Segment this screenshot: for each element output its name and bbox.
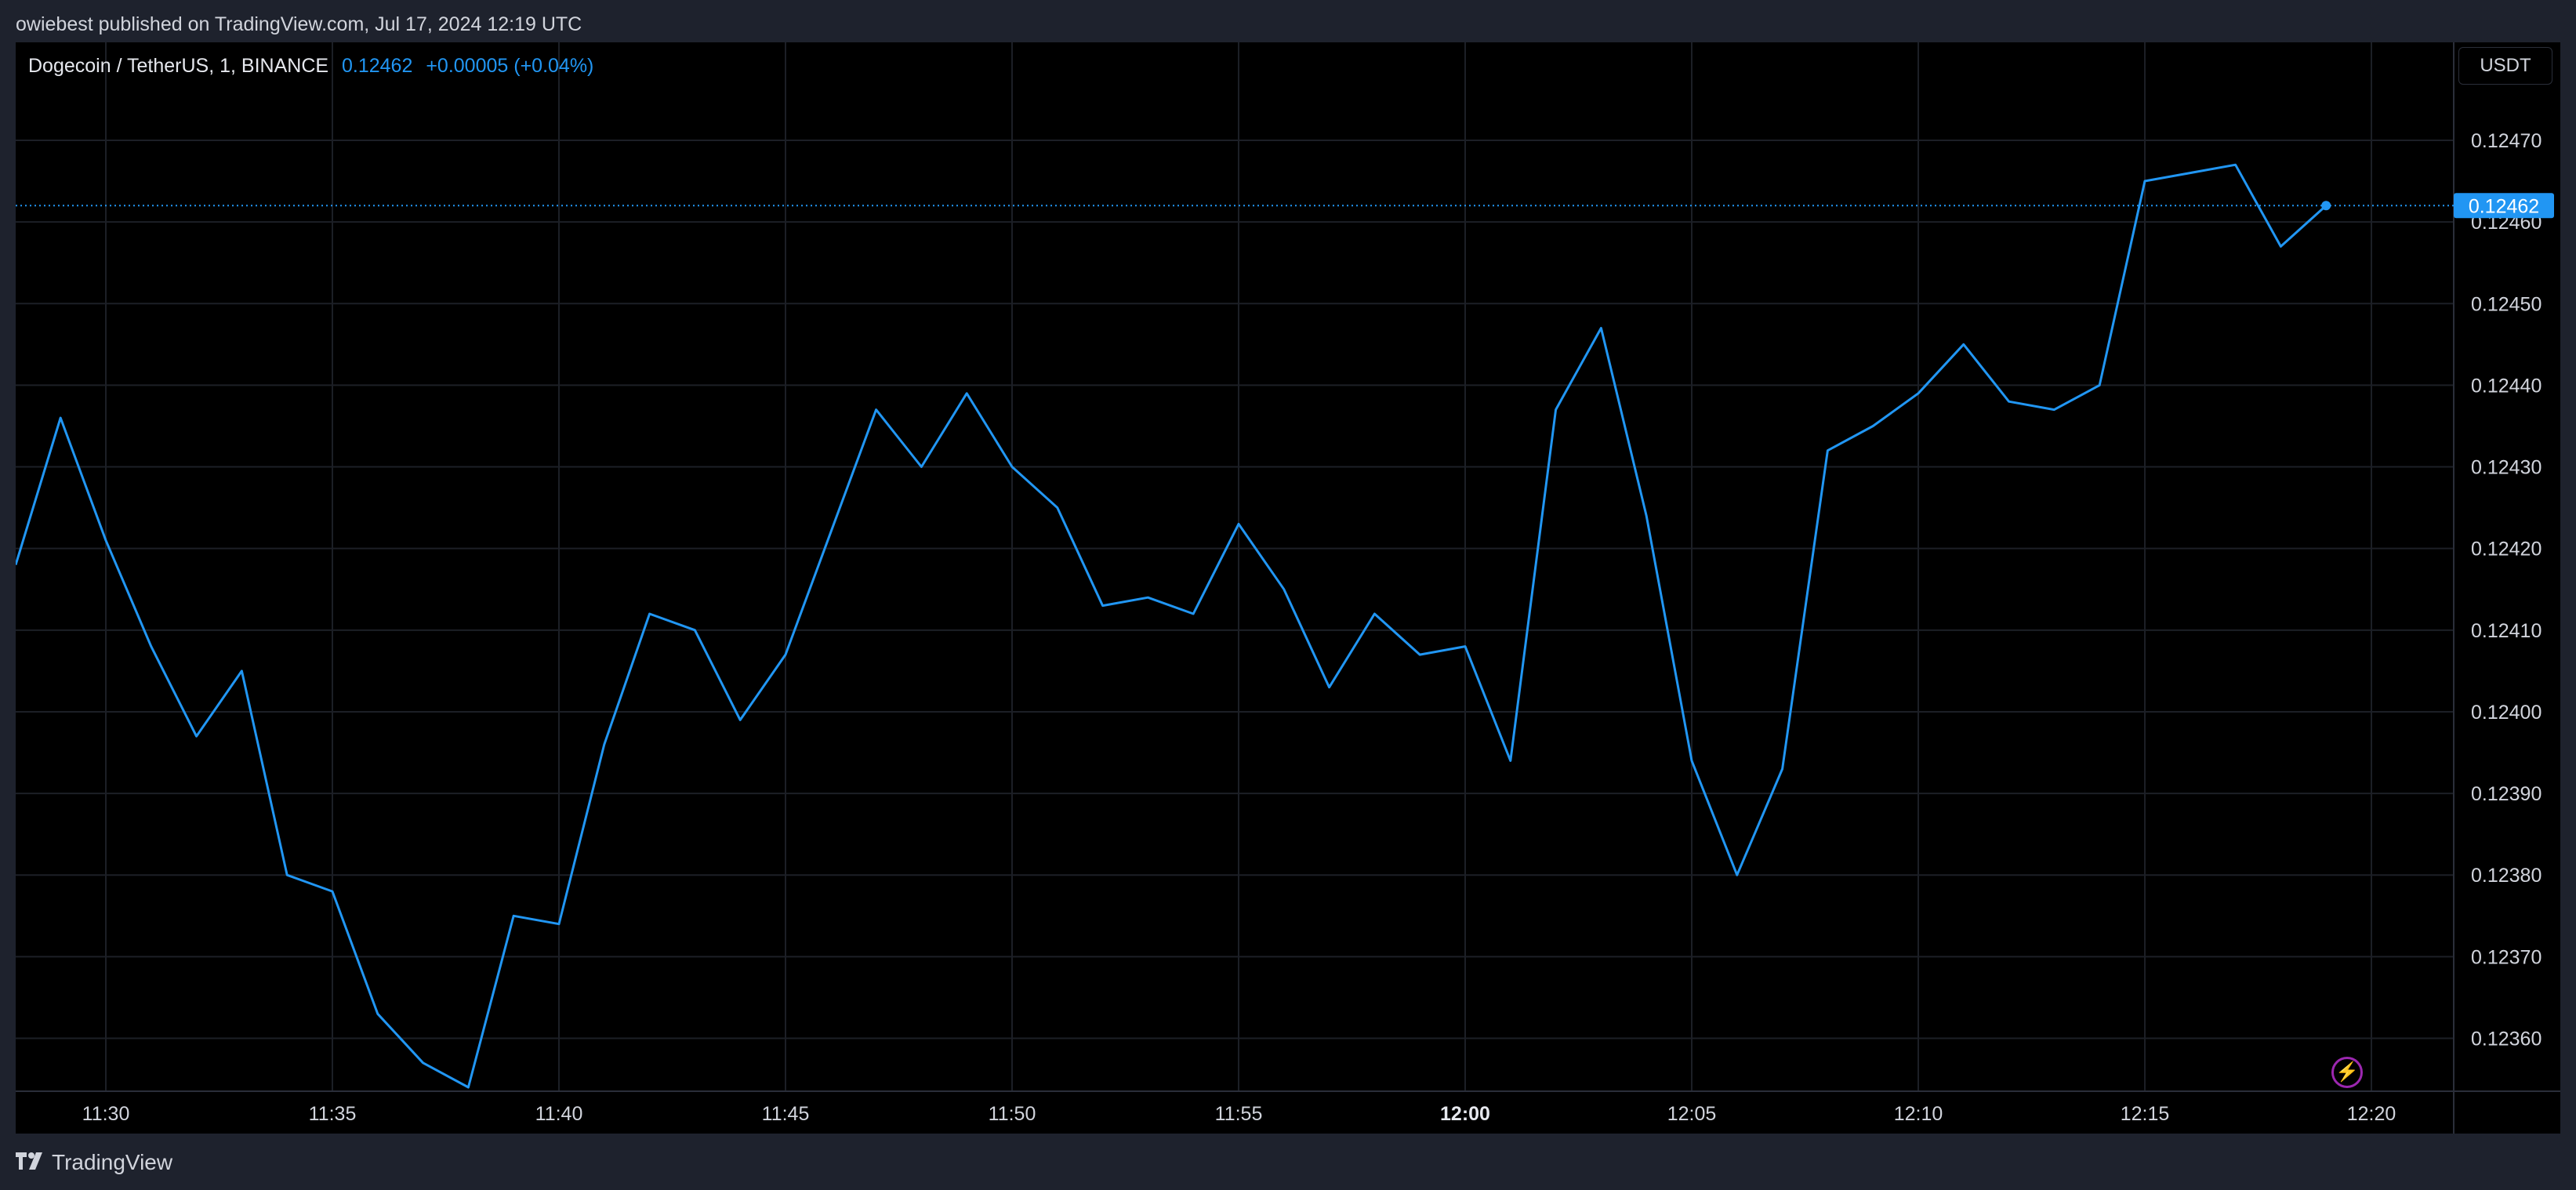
x-tick-label: 11:50 [989,1103,1036,1125]
x-tick-label: 11:30 [82,1103,130,1125]
footer: TradingView [0,1134,2576,1190]
x-tick-label: 11:35 [309,1103,357,1125]
y-tick-label: 0.12400 [2471,702,2542,724]
x-tick-label: 12:05 [1667,1103,1717,1125]
last-price-tag-label: 0.12462 [2469,195,2539,217]
y-tick-label: 0.12470 [2471,130,2542,152]
symbol-label[interactable]: Dogecoin / TetherUS, 1, BINANCE [28,55,328,77]
y-tick-label: 0.12420 [2471,539,2542,561]
y-tick-label: 0.12380 [2471,865,2542,887]
y-tick-label: 0.12430 [2471,457,2542,479]
published-header: owiebest published on TradingView.com, J… [16,13,582,35]
x-tick-label: 11:45 [762,1103,810,1125]
x-tick-label: 12:15 [2121,1103,2170,1125]
y-tick-label: 0.12410 [2471,620,2542,642]
y-tick-label: 0.12440 [2471,375,2542,397]
footer-brand: TradingView [52,1150,173,1174]
lightning-icon[interactable]: ⚡ [2331,1057,2363,1088]
y-tick-label: 0.12370 [2471,946,2542,968]
x-tick-label: 11:55 [1215,1103,1263,1125]
y-tick-label: 0.12360 [2471,1029,2542,1050]
chart-panel[interactable]: 0.12470 0.12460 0.12450 0.12440 0.12430 0.124… [16,42,2560,1134]
tradingview-logo-icon [16,1152,42,1170]
last-price-value: 0.12462 [342,55,413,77]
price-chart[interactable]: 0.124700.124600.124500.124400.124300.124… [16,42,2560,1134]
x-tick-label: 12:00 [1440,1103,1490,1125]
x-tick-label: 12:10 [1894,1103,1943,1125]
y-tick-label: 0.12450 [2471,293,2542,315]
x-tick-label: 12:20 [2347,1103,2396,1125]
y-tick-label: 0.12390 [2471,783,2542,805]
price-change-value: +0.00005 (+0.04%) [426,55,594,77]
chart-legend: Dogecoin / TetherUS, 1, BINANCE 0.12462 … [28,53,593,78]
x-tick-label: 11:40 [535,1103,583,1125]
currency-button[interactable]: USDT [2458,47,2552,85]
last-price-dot [2321,201,2331,211]
